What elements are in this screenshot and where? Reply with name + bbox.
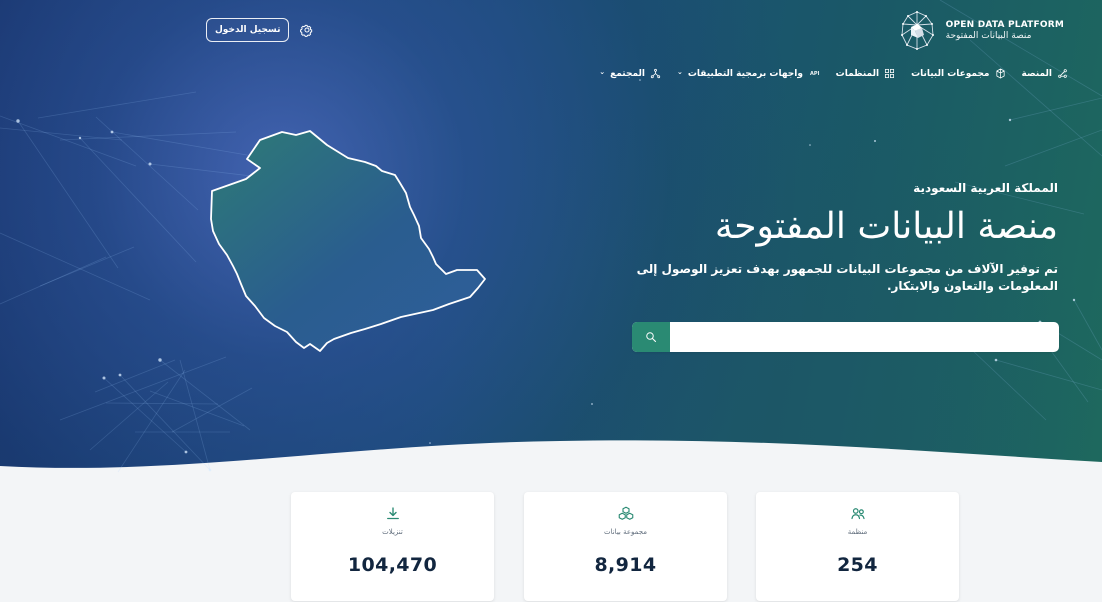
- search-bar: [632, 322, 1059, 352]
- nav-api-label: واجهات برمجية التطبيقات: [687, 68, 803, 79]
- logo-arabic-text: منصة البيانات المفتوحة: [945, 31, 1032, 41]
- country-title: المملكة العربية السعودية: [913, 181, 1058, 195]
- nav-community-label: المجتمع: [610, 68, 645, 79]
- search-button[interactable]: [632, 322, 670, 352]
- gear-icon: [300, 24, 313, 37]
- nav-platform-label: المنصة: [1021, 68, 1053, 79]
- nav-organizations[interactable]: المنظمات: [836, 68, 895, 79]
- cubes-icon: [618, 506, 633, 520]
- chevron-down-icon: ⌄: [599, 68, 606, 76]
- hero-copy: المملكة العربية السعودية منصة البيانات ا…: [588, 181, 1058, 296]
- open-data-logo-icon: [900, 11, 934, 50]
- settings-button[interactable]: [299, 22, 315, 38]
- box-icon: [995, 68, 1006, 79]
- saudi-arabia-map-icon: [210, 130, 486, 352]
- search-input[interactable]: [670, 322, 1059, 352]
- nav-organizations-label: المنظمات: [835, 68, 880, 79]
- grid-icon: [884, 68, 895, 79]
- account-actions: تسجيل الدخول: [206, 18, 315, 42]
- top-navigation: OPEN DATA PLATFORM منصة البيانات المفتوح…: [0, 0, 1102, 110]
- stat-value-downloads: 104,470: [347, 554, 438, 577]
- login-button[interactable]: تسجيل الدخول: [206, 18, 290, 42]
- download-icon: [386, 507, 399, 520]
- hero-title: منصة البيانات المفتوحة: [714, 206, 1058, 247]
- saudi-map: [200, 128, 492, 356]
- chevron-down-icon: ⌄: [676, 68, 683, 76]
- hero-description: تم توفير الآلاف من مجموعات البيانات للجم…: [636, 261, 1058, 294]
- nav-api[interactable]: API واجهات برمجية التطبيقات ⌄: [677, 69, 820, 79]
- stat-value-organizations: 254: [837, 554, 878, 577]
- api-badge: API: [809, 70, 820, 77]
- search-icon: [646, 332, 657, 343]
- stat-label-organizations: منظمة: [847, 528, 868, 536]
- logo-text: OPEN DATA PLATFORM منصة البيانات المفتوح…: [945, 19, 1064, 42]
- nav-datasets[interactable]: مجموعات البيانات: [911, 68, 1005, 79]
- community-icon: [650, 68, 661, 79]
- users-icon: [850, 508, 865, 520]
- stats-cards: تنزيلات 104,470 مجموعة بيانات 8,914 منظم…: [291, 492, 1059, 602]
- nav-community[interactable]: المجتمع ⌄: [599, 68, 661, 79]
- stat-label-datasets: مجموعة بيانات: [604, 528, 647, 536]
- main-nav: المنصة مجموعات البيانات المنظمات API واج…: [599, 68, 1068, 79]
- stat-label-downloads: تنزيلات: [382, 528, 403, 536]
- logo-english-text: OPEN DATA PLATFORM: [945, 19, 1064, 30]
- site-logo[interactable]: OPEN DATA PLATFORM منصة البيانات المفتوح…: [898, 11, 1064, 51]
- stat-card-organizations: منظمة 254: [756, 492, 959, 601]
- nav-platform[interactable]: المنصة: [1022, 68, 1069, 79]
- stat-card-downloads: تنزيلات 104,470: [291, 492, 494, 601]
- nav-datasets-label: مجموعات البيانات: [911, 68, 990, 79]
- stat-card-datasets: مجموعة بيانات 8,914: [524, 492, 727, 601]
- open-data-homepage: OPEN DATA PLATFORM منصة البيانات المفتوح…: [0, 0, 1102, 602]
- stat-value-datasets: 8,914: [594, 554, 657, 577]
- nodes-icon: [1057, 68, 1068, 79]
